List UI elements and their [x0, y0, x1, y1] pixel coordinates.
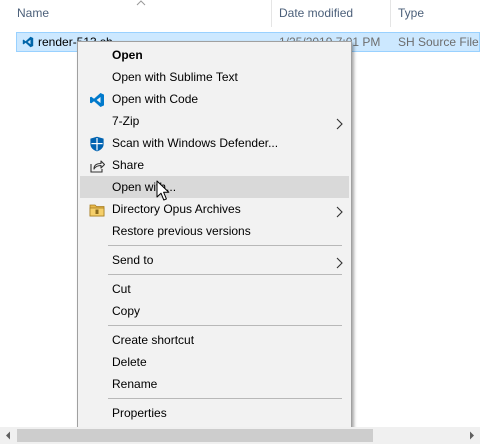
scroll-left-button[interactable]	[0, 427, 17, 444]
menu-item-label: Open with Sublime Text	[112, 70, 238, 84]
chevron-right-icon	[333, 203, 345, 218]
menu-item-label: Send to	[112, 253, 154, 267]
horizontal-scrollbar[interactable]	[0, 427, 480, 444]
column-type[interactable]: Type	[398, 0, 424, 27]
file-type: SH Source File	[398, 35, 479, 49]
menu-item-label: Properties	[112, 406, 167, 420]
scroll-right-button[interactable]	[463, 427, 480, 444]
vscode-icon	[89, 92, 105, 108]
column-divider[interactable]	[390, 0, 391, 27]
menu-item-open[interactable]: Open	[80, 44, 349, 66]
menu-item-copy[interactable]: Copy	[80, 300, 349, 322]
menu-item-label: Open with Code	[112, 92, 199, 106]
menu-separator	[108, 398, 342, 399]
menu-item-send-to[interactable]: Send to	[80, 249, 349, 271]
menu-item-directory-opus-archives[interactable]: Directory Opus Archives	[80, 198, 349, 220]
menu-item-label: Open	[112, 48, 143, 62]
menu-item-label: Restore previous versions	[112, 224, 251, 238]
directory-opus-icon	[89, 202, 105, 218]
menu-item-label: Rename	[112, 377, 158, 391]
menu-item-open-with-sublime[interactable]: Open with Sublime Text	[80, 66, 349, 88]
sort-ascending-icon	[136, 0, 146, 9]
menu-item-label: Share	[112, 158, 145, 172]
menu-item-share[interactable]: Share	[80, 154, 349, 176]
menu-separator	[108, 274, 342, 275]
menu-separator	[108, 325, 342, 326]
menu-item-properties[interactable]: Properties	[80, 402, 349, 424]
menu-item-restore-previous-versions[interactable]: Restore previous versions	[80, 220, 349, 242]
vscode-file-icon	[22, 36, 34, 48]
mouse-cursor-icon	[156, 180, 172, 204]
menu-item-label: Copy	[112, 304, 141, 318]
column-date-modified[interactable]: Date modified	[279, 0, 353, 27]
menu-item-label: Delete	[112, 355, 147, 369]
menu-item-label: Create shortcut	[112, 333, 195, 347]
menu-item-rename[interactable]: Rename	[80, 373, 349, 395]
menu-item-open-with-code[interactable]: Open with Code	[80, 88, 349, 110]
menu-item-label: Directory Opus Archives	[112, 202, 241, 216]
context-menu: Open Open with Sublime Text Open with Co…	[77, 41, 352, 428]
column-name[interactable]: Name	[17, 0, 49, 27]
share-icon	[89, 158, 106, 174]
column-divider[interactable]	[271, 0, 272, 27]
menu-item-label: Cut	[112, 282, 131, 296]
menu-item-label: Scan with Windows Defender...	[112, 136, 279, 150]
windows-defender-icon	[89, 136, 105, 152]
menu-item-scan-defender[interactable]: Scan with Windows Defender...	[80, 132, 349, 154]
column-header: Name Date modified Type	[0, 0, 480, 27]
chevron-right-icon	[333, 115, 345, 130]
menu-item-open-with[interactable]: Open with...	[80, 176, 349, 198]
scrollbar-thumb[interactable]	[17, 429, 373, 442]
menu-separator	[108, 245, 342, 246]
menu-item-cut[interactable]: Cut	[80, 278, 349, 300]
menu-item-label: 7-Zip	[112, 114, 140, 128]
menu-item-7zip[interactable]: 7-Zip	[80, 110, 349, 132]
chevron-right-icon	[333, 254, 345, 269]
menu-item-create-shortcut[interactable]: Create shortcut	[80, 329, 349, 351]
menu-item-delete[interactable]: Delete	[80, 351, 349, 373]
